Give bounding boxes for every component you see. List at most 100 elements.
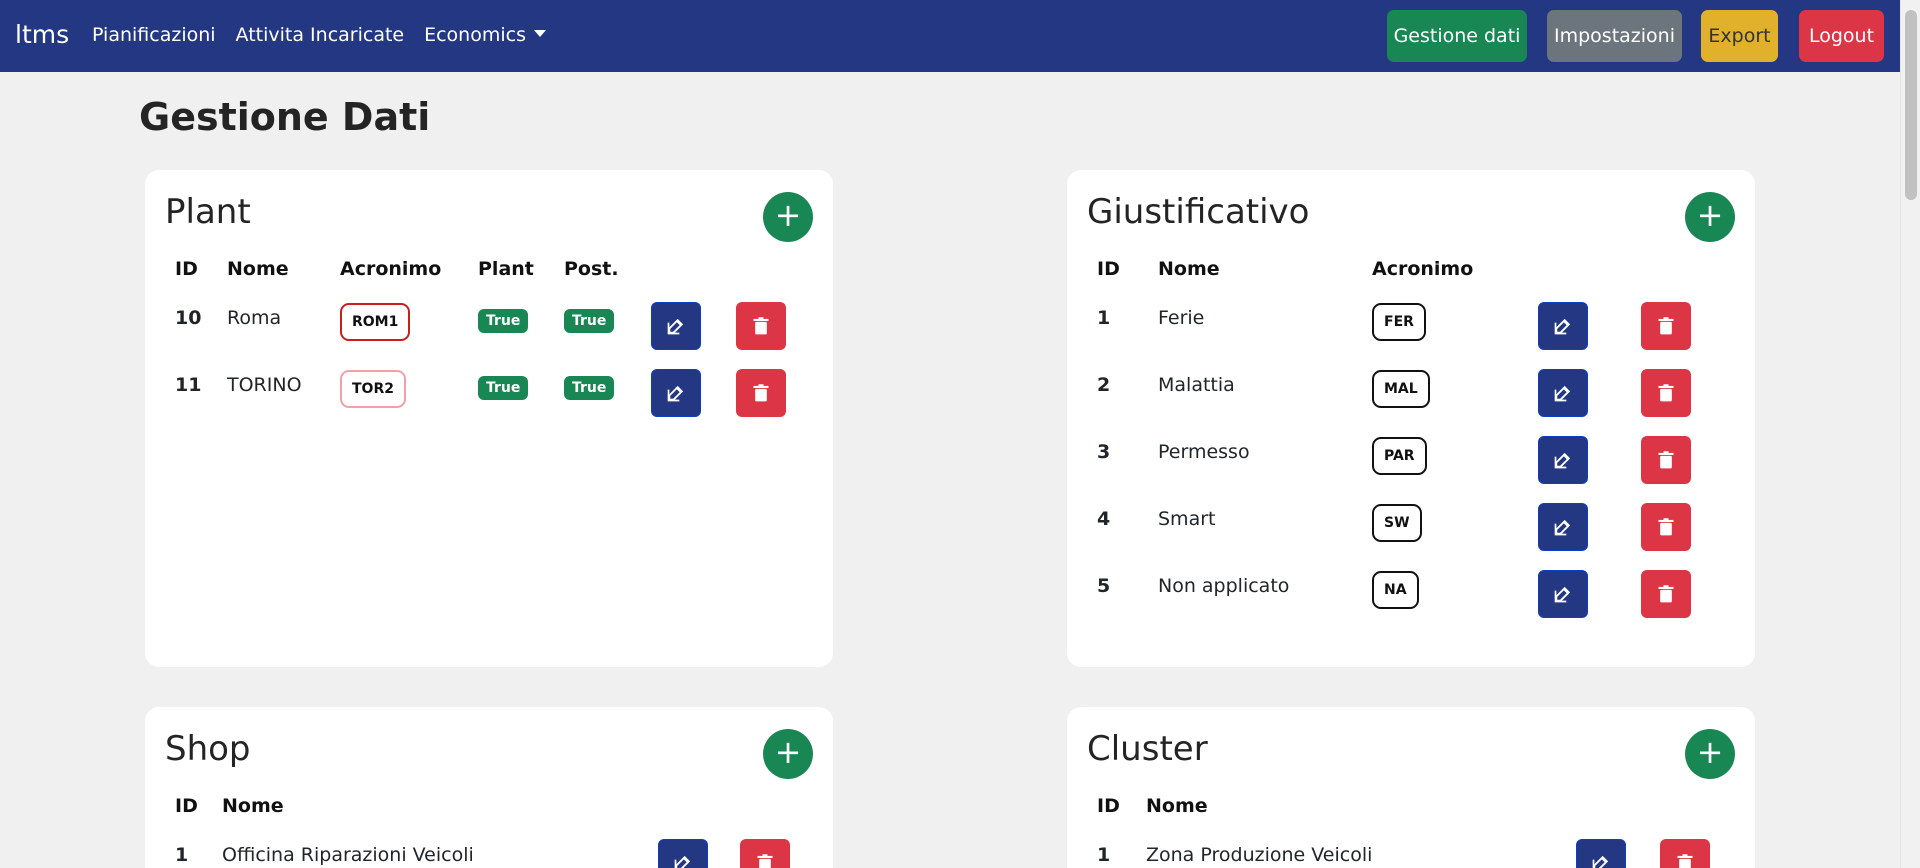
plant-row-plant-badge: True xyxy=(478,309,529,333)
plant-row-nome: TORINO xyxy=(227,374,302,396)
delete-giustificativo-button[interactable] xyxy=(1641,302,1691,350)
plant-card: Plant + ID Nome Acronimo Plant Post. 10 … xyxy=(145,170,833,667)
trash-icon xyxy=(1677,854,1693,868)
giust-row-id: 2 xyxy=(1097,374,1111,396)
giust-row-id: 1 xyxy=(1097,307,1111,329)
cluster-row-nome: Zona Produzione Veicoli xyxy=(1146,844,1373,866)
giust-row-nome: Ferie xyxy=(1158,307,1205,329)
export-button[interactable]: Export xyxy=(1701,10,1778,62)
trash-icon xyxy=(753,384,769,402)
col-header-acronimo: Acronimo xyxy=(1372,258,1474,280)
col-header-id: ID xyxy=(1097,795,1120,817)
trash-icon xyxy=(1658,384,1674,402)
col-header-acronimo: Acronimo xyxy=(340,258,442,280)
delete-giustificativo-button[interactable] xyxy=(1641,369,1691,417)
trash-icon xyxy=(1658,518,1674,536)
col-header-nome: Nome xyxy=(227,258,289,280)
delete-giustificativo-button[interactable] xyxy=(1641,503,1691,551)
edit-icon xyxy=(667,318,684,335)
plant-row-acronimo-badge: ROM1 xyxy=(340,303,411,341)
edit-icon xyxy=(1554,519,1571,536)
page-scrollbar[interactable] xyxy=(1900,0,1920,868)
delete-giustificativo-button[interactable] xyxy=(1641,570,1691,618)
page-title: Gestione Dati xyxy=(139,95,431,139)
nav-dropdown-economics[interactable]: Economics xyxy=(424,24,546,46)
giustificativo-card-title: Giustificativo xyxy=(1087,192,1310,232)
edit-giustificativo-button[interactable] xyxy=(1538,570,1588,618)
plant-row-post-badge: True xyxy=(564,376,615,400)
edit-giustificativo-button[interactable] xyxy=(1538,436,1588,484)
plant-row-nome: Roma xyxy=(227,307,282,329)
add-giustificativo-button[interactable]: + xyxy=(1685,192,1735,242)
col-header-nome: Nome xyxy=(1158,258,1220,280)
giust-row-nome: Non applicato xyxy=(1158,575,1290,597)
trash-icon xyxy=(1658,585,1674,603)
col-header-id: ID xyxy=(175,258,198,280)
add-cluster-button[interactable]: + xyxy=(1685,729,1735,779)
nav-link-attivita-incaricate[interactable]: Attivita Incaricate xyxy=(236,24,405,46)
edit-icon xyxy=(1554,318,1571,335)
delete-plant-button[interactable] xyxy=(736,302,786,350)
edit-plant-button[interactable] xyxy=(651,302,701,350)
shop-row-nome: Officina Riparazioni Veicoli xyxy=(222,844,474,866)
shop-row-id: 1 xyxy=(175,844,189,866)
add-plant-button[interactable]: + xyxy=(763,192,813,242)
edit-icon xyxy=(1554,385,1571,402)
giust-row-acronimo-badge: SW xyxy=(1372,504,1422,542)
giust-row-id: 5 xyxy=(1097,575,1111,597)
edit-cluster-button[interactable] xyxy=(1576,839,1626,868)
edit-giustificativo-button[interactable] xyxy=(1538,302,1588,350)
edit-giustificativo-button[interactable] xyxy=(1538,369,1588,417)
gestione-dati-button[interactable]: Gestione dati xyxy=(1387,10,1527,62)
plant-row-acronimo-badge: TOR2 xyxy=(340,370,406,408)
col-header-nome: Nome xyxy=(222,795,284,817)
scrollbar-thumb[interactable] xyxy=(1905,10,1917,200)
delete-shop-button[interactable] xyxy=(740,839,790,868)
delete-plant-button[interactable] xyxy=(736,369,786,417)
edit-shop-button[interactable] xyxy=(658,839,708,868)
plus-icon: + xyxy=(774,196,802,234)
plant-row-plant-badge: True xyxy=(478,376,529,400)
edit-plant-button[interactable] xyxy=(651,369,701,417)
nav-links: Pianificazioni Attivita Incaricate Econo… xyxy=(92,24,546,46)
top-navbar: ltms Pianificazioni Attivita Incaricate … xyxy=(0,0,1900,72)
trash-icon xyxy=(757,854,773,868)
add-shop-button[interactable]: + xyxy=(763,729,813,779)
giust-row-acronimo-badge: MAL xyxy=(1372,370,1430,408)
col-header-post: Post. xyxy=(564,258,619,280)
giust-row-nome: Malattia xyxy=(1158,374,1235,396)
col-header-nome: Nome xyxy=(1146,795,1208,817)
plant-row-post-badge: True xyxy=(564,309,615,333)
plus-icon: + xyxy=(774,733,802,771)
cluster-card-title: Cluster xyxy=(1087,729,1208,769)
giust-row-acronimo-badge: PAR xyxy=(1372,437,1427,475)
giust-row-nome: Smart xyxy=(1158,508,1216,530)
giust-row-acronimo-badge: FER xyxy=(1372,303,1426,341)
logout-button[interactable]: Logout xyxy=(1799,10,1884,62)
edit-icon xyxy=(1592,855,1609,868)
delete-giustificativo-button[interactable] xyxy=(1641,436,1691,484)
giust-row-id: 3 xyxy=(1097,441,1111,463)
brand-logo[interactable]: ltms xyxy=(15,20,69,49)
nav-link-pianificazioni[interactable]: Pianificazioni xyxy=(92,24,216,46)
delete-cluster-button[interactable] xyxy=(1660,839,1710,868)
trash-icon xyxy=(753,317,769,335)
plant-row-id: 11 xyxy=(175,374,202,396)
edit-icon xyxy=(667,385,684,402)
plus-icon: + xyxy=(1696,733,1724,771)
plant-card-title: Plant xyxy=(165,192,251,232)
col-header-plant: Plant xyxy=(478,258,534,280)
giust-row-acronimo-badge: NA xyxy=(1372,571,1419,609)
impostazioni-button[interactable]: Impostazioni xyxy=(1547,10,1682,62)
shop-card-title: Shop xyxy=(165,729,251,769)
edit-giustificativo-button[interactable] xyxy=(1538,503,1588,551)
edit-icon xyxy=(1554,586,1571,603)
edit-icon xyxy=(674,855,691,868)
cluster-card: Cluster + ID Nome 1 Zona Produzione Veic… xyxy=(1067,707,1755,868)
giust-row-id: 4 xyxy=(1097,508,1111,530)
trash-icon xyxy=(1658,451,1674,469)
shop-card: Shop + ID Nome 1 Officina Riparazioni Ve… xyxy=(145,707,833,868)
plant-row-id: 10 xyxy=(175,307,202,329)
plus-icon: + xyxy=(1696,196,1724,234)
col-header-id: ID xyxy=(175,795,198,817)
